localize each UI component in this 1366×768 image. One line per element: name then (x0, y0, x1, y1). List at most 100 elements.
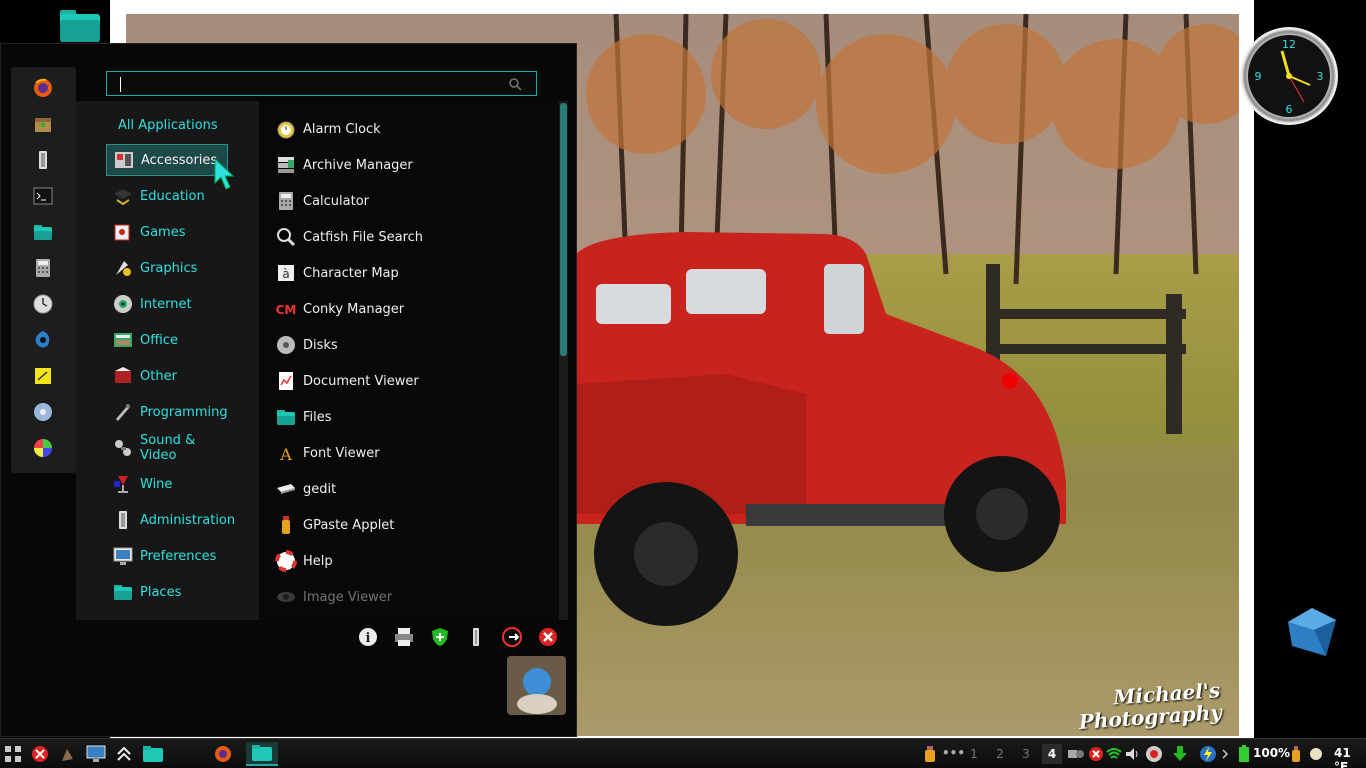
app-files[interactable]: Files (275, 402, 332, 432)
category-other[interactable]: Other (106, 360, 228, 392)
logout-button[interactable] (501, 626, 525, 650)
up-launcher[interactable] (112, 742, 136, 766)
show-desktop-launcher[interactable] (84, 742, 108, 766)
app-label: Document Viewer (303, 373, 419, 389)
favorite-shotwell[interactable] (31, 330, 55, 354)
volume-tray[interactable] (1124, 742, 1142, 766)
category-places[interactable]: Places (106, 576, 228, 608)
app-alarm-clock[interactable]: Alarm Clock (275, 114, 381, 144)
firefox-window[interactable] (210, 742, 236, 766)
font-viewer-icon: A (275, 442, 297, 464)
shield-icon (429, 628, 451, 652)
app-calculator[interactable]: Calculator (275, 186, 369, 216)
app-disks[interactable]: Disks (275, 330, 338, 360)
quit-button[interactable] (537, 626, 561, 650)
app-label: gedit (303, 481, 337, 497)
temperature: 41 °F (1334, 746, 1351, 768)
clock-numeral-3: 3 (1317, 70, 1324, 83)
workspace-2[interactable]: 2 (990, 744, 1010, 764)
app-help[interactable]: Help (275, 546, 333, 576)
scrollbar-thumb[interactable] (560, 103, 567, 356)
wifi-tray[interactable] (1105, 742, 1123, 766)
system-settings-icon (32, 149, 54, 175)
quit-launcher[interactable] (28, 742, 52, 766)
favorite-package[interactable] (31, 114, 55, 138)
about-button[interactable]: i (357, 626, 381, 650)
favorite-calculator[interactable] (31, 258, 55, 282)
category-programming[interactable]: Programming (106, 396, 228, 428)
favorite-clock[interactable] (31, 294, 55, 318)
category-internet[interactable]: Internet (106, 288, 228, 320)
favorite-system-settings[interactable] (31, 150, 55, 174)
app-font-viewer[interactable]: A Font Viewer (275, 438, 379, 468)
category-accessories[interactable]: Accessories (106, 144, 228, 176)
category-graphics[interactable]: Graphics (106, 252, 228, 284)
settings-button[interactable] (465, 626, 489, 650)
office-icon (112, 329, 134, 351)
favorite-terminal[interactable] (31, 186, 55, 210)
download-tray[interactable] (1170, 742, 1190, 766)
record-icon (1146, 746, 1162, 762)
app-conky-manager[interactable]: CM Conky Manager (275, 294, 405, 324)
app-gpaste-applet[interactable]: GPaste Applet (275, 510, 394, 540)
app-gedit[interactable]: gedit (275, 474, 336, 504)
tray-expand[interactable] (1220, 742, 1230, 766)
clock-icon (32, 293, 54, 319)
search-icon[interactable] (508, 77, 522, 91)
category-office[interactable]: Office (106, 324, 228, 356)
workspace-3[interactable]: 3 (1016, 744, 1036, 764)
bottle-tray[interactable] (920, 742, 940, 766)
favorite-disk[interactable] (31, 402, 55, 426)
close-icon (32, 746, 48, 762)
package-icon (32, 113, 54, 139)
favorites-bar (11, 67, 76, 473)
user-avatar[interactable] (507, 656, 566, 715)
category-education[interactable]: Education (106, 180, 228, 212)
conky-manager-icon: CM (275, 298, 297, 320)
app-character-map[interactable]: à Character Map (275, 258, 399, 288)
favorite-sticky-notes[interactable] (31, 366, 55, 390)
all-applications[interactable]: All Applications (118, 118, 218, 133)
app-catfish-file-search[interactable]: Catfish File Search (275, 222, 423, 252)
character-map-icon: à (275, 262, 297, 284)
power-tray[interactable] (1196, 742, 1220, 766)
apps-scrollbar[interactable] (559, 101, 568, 620)
app-archive-manager[interactable]: Archive Manager (275, 150, 413, 180)
category-games[interactable]: Games (106, 216, 228, 248)
desktop-folder-icon[interactable] (58, 6, 102, 44)
chevron-right-icon (1222, 749, 1228, 759)
clock-desklet: 12 3 6 9 (1240, 27, 1338, 125)
moon-icon (1310, 748, 1322, 760)
shield-button[interactable] (429, 626, 453, 650)
category-sound-video[interactable]: Sound & Video (106, 432, 228, 464)
stop-tray[interactable] (1087, 742, 1105, 766)
files-window[interactable] (246, 742, 278, 766)
weather-bottle-tray[interactable] (1288, 742, 1304, 766)
favorite-firefox[interactable] (31, 78, 55, 102)
overflow-dots[interactable]: ••• (942, 746, 965, 760)
search-box[interactable] (106, 71, 537, 96)
weather-tray[interactable] (1308, 742, 1324, 766)
printer-button[interactable] (393, 626, 417, 650)
app-label: Character Map (303, 265, 399, 281)
battery-indicator[interactable] (1236, 742, 1252, 766)
gimp-launcher[interactable] (56, 742, 80, 766)
app-document-viewer[interactable]: Document Viewer (275, 366, 419, 396)
favorite-files[interactable] (31, 222, 55, 246)
category-preferences[interactable]: Preferences (106, 540, 228, 572)
app-image-viewer[interactable]: Image Viewer (275, 582, 392, 612)
workspace-4[interactable]: 4 (1042, 744, 1062, 764)
search-input[interactable] (115, 75, 495, 92)
cube-desklet-icon[interactable] (1282, 604, 1342, 664)
network-tray[interactable] (1066, 742, 1086, 766)
record-tray[interactable] (1144, 742, 1164, 766)
menu-button[interactable] (0, 742, 26, 766)
category-wine[interactable]: Wine (106, 468, 228, 500)
power-manager-icon (1200, 746, 1216, 762)
volume-icon (1126, 748, 1138, 760)
clock-numeral-12: 12 (1282, 38, 1296, 51)
favorite-color-picker[interactable] (31, 438, 55, 462)
category-administration[interactable]: Administration (106, 504, 235, 536)
files-launcher[interactable] (140, 742, 166, 766)
workspace-1[interactable]: 1 (964, 744, 984, 764)
